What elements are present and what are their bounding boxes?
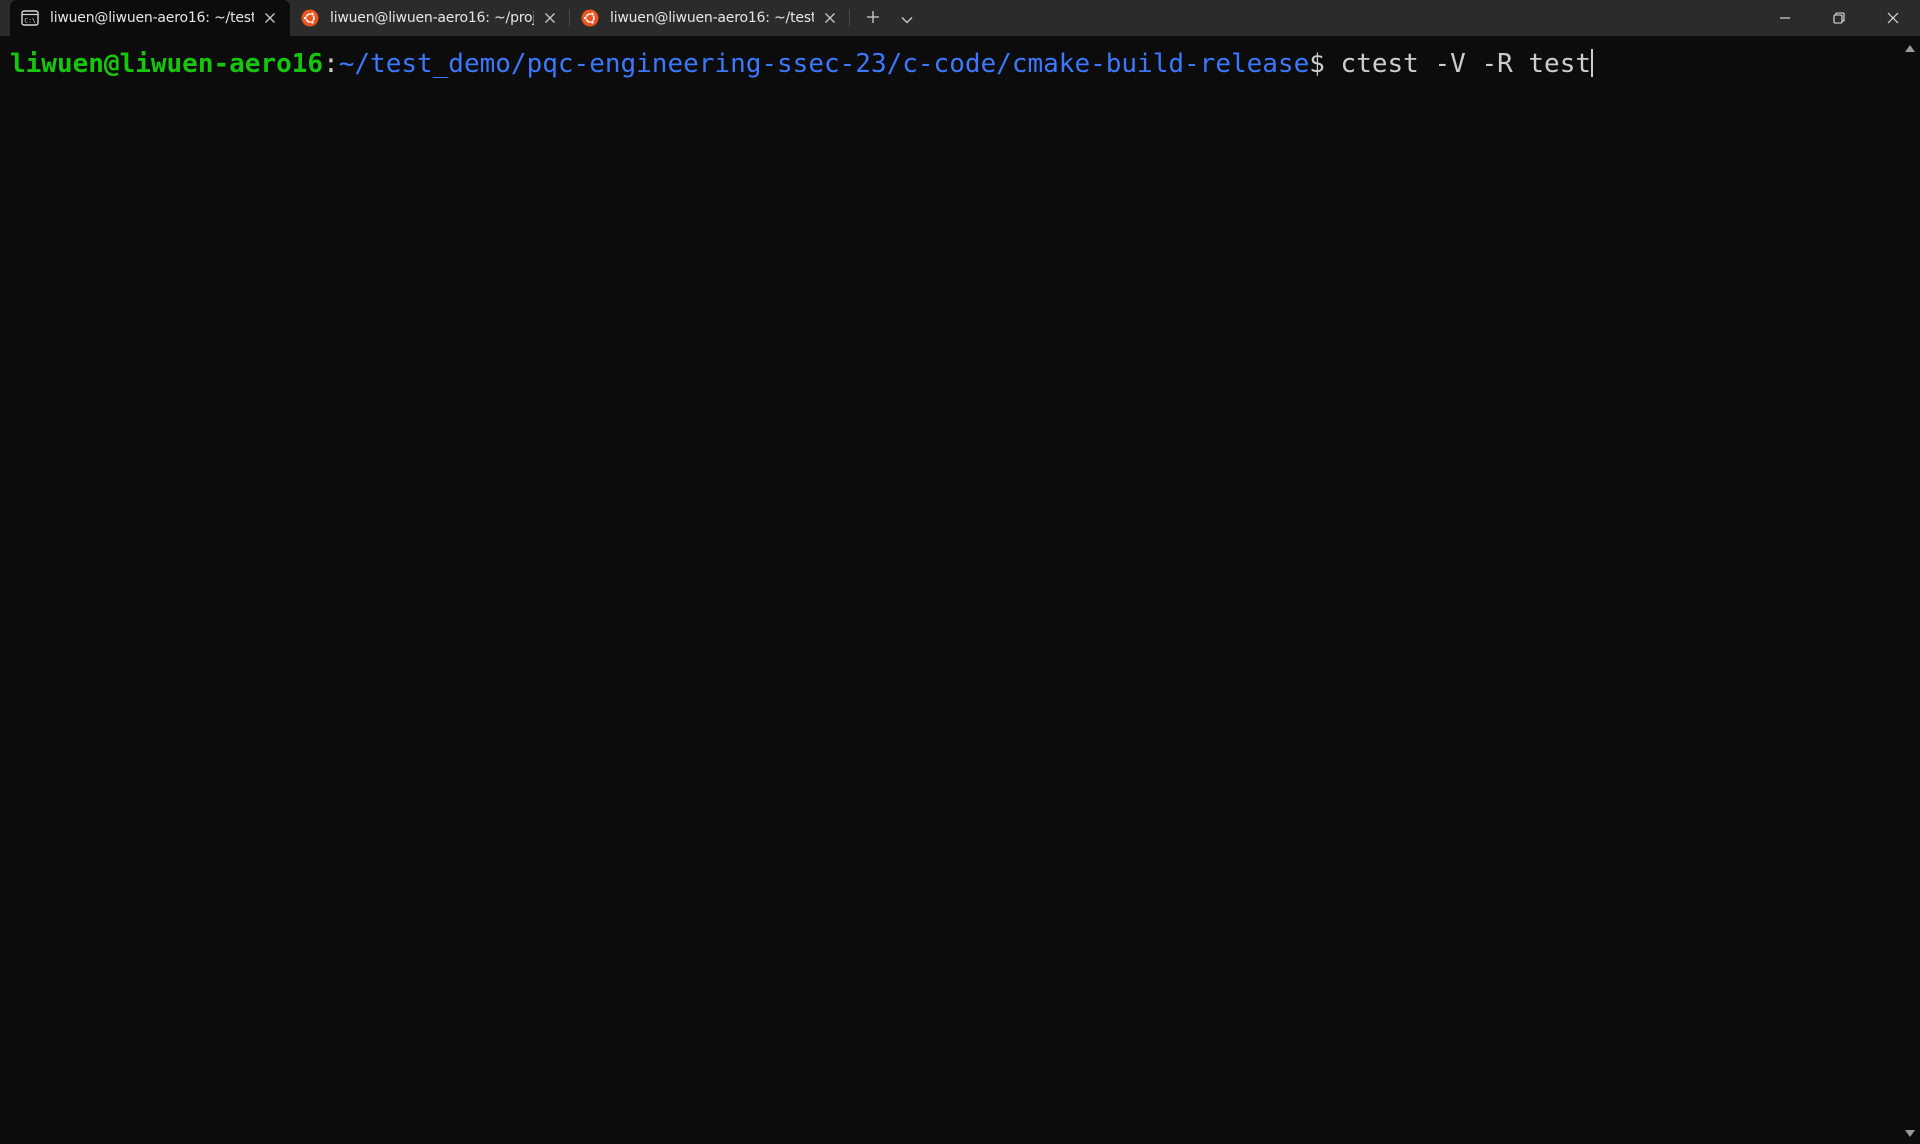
scroll-down-arrow-icon[interactable] xyxy=(1905,1130,1915,1137)
plus-icon xyxy=(866,9,880,28)
close-icon xyxy=(1887,9,1899,28)
restore-button[interactable] xyxy=(1812,0,1866,36)
minimize-icon xyxy=(1779,9,1791,28)
tab-bar: C:\ liwuen@liwuen-aero16: ~/test liwuen@… xyxy=(0,0,1920,36)
close-tab-icon[interactable] xyxy=(534,4,566,32)
tab-title: liwuen@liwuen-aero16: ~/proj xyxy=(330,10,534,26)
prompt-symbol: $ xyxy=(1309,49,1325,79)
tab-3[interactable]: liwuen@liwuen-aero16: ~/test_ xyxy=(570,0,850,36)
close-tab-icon[interactable] xyxy=(814,4,846,32)
terminal-icon: C:\ xyxy=(21,9,39,27)
ubuntu-icon xyxy=(301,9,319,27)
close-tab-icon[interactable] xyxy=(254,4,286,32)
minimize-button[interactable] xyxy=(1758,0,1812,36)
command-input[interactable]: ctest -V -R test xyxy=(1325,49,1591,79)
scroll-up-arrow-icon[interactable] xyxy=(1905,45,1915,52)
prompt-user-host: liwuen@liwuen-aero16 xyxy=(10,49,324,79)
terminal-output[interactable]: liwuen@liwuen-aero16:~/test_demo/pqc-eng… xyxy=(0,36,1900,1144)
chevron-down-icon xyxy=(901,9,913,28)
text-cursor xyxy=(1591,49,1594,77)
prompt-path: ~/test_demo/pqc-engineering-ssec-23/c-co… xyxy=(338,49,1310,79)
tab-title: liwuen@liwuen-aero16: ~/test xyxy=(50,10,254,26)
tab-2[interactable]: liwuen@liwuen-aero16: ~/proj xyxy=(290,0,570,36)
new-tab-button[interactable] xyxy=(856,0,890,36)
window-controls xyxy=(1758,0,1920,36)
terminal-window: C:\ liwuen@liwuen-aero16: ~/test liwuen@… xyxy=(0,0,1920,1144)
vertical-scrollbar[interactable] xyxy=(1900,36,1920,1144)
tab-title: liwuen@liwuen-aero16: ~/test_ xyxy=(610,10,814,26)
prompt-colon: : xyxy=(323,49,339,79)
tab-1[interactable]: C:\ liwuen@liwuen-aero16: ~/test xyxy=(10,0,290,36)
restore-icon xyxy=(1833,9,1845,28)
svg-text:C:\: C:\ xyxy=(24,17,36,25)
close-window-button[interactable] xyxy=(1866,0,1920,36)
prompt-line: liwuen@liwuen-aero16:~/test_demo/pqc-eng… xyxy=(10,46,1594,82)
ubuntu-icon xyxy=(581,9,599,27)
tab-dropdown-button[interactable] xyxy=(890,0,924,36)
